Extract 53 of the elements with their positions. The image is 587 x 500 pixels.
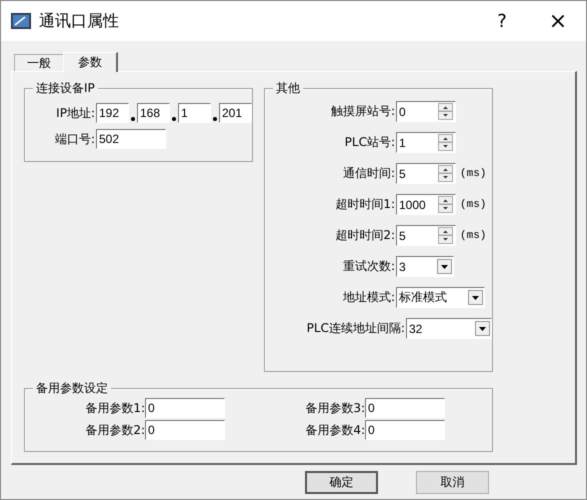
spin-box[interactable]: 5 [396, 163, 456, 184]
close-button[interactable]: × [530, 1, 586, 41]
field-label: 超时时间1: [334, 196, 395, 213]
spin-arrows-icon[interactable] [438, 103, 453, 120]
field-label: 端口号: [54, 130, 95, 148]
help-button[interactable]: ? [474, 1, 530, 41]
spin-arrows-icon[interactable] [438, 134, 453, 151]
dot-icon [172, 117, 176, 121]
field-label: 地址模式: [342, 289, 395, 306]
input-field[interactable]: 1 [178, 103, 211, 123]
input-field[interactable]: 0 [365, 398, 445, 418]
input-field[interactable]: 201 [219, 103, 252, 123]
input-field[interactable]: 192 [96, 103, 129, 123]
field-label: 备用参数4: [304, 422, 365, 438]
dropdown[interactable]: 3 [396, 256, 454, 277]
field-label: 备用参数3: [304, 400, 365, 416]
input-field[interactable]: 0 [145, 398, 225, 418]
tab[interactable]: 参数 [63, 52, 118, 72]
field-label: 重试次数: [342, 258, 395, 275]
field-label: PLC站号: [344, 134, 395, 151]
window-title: 通讯口属性 [39, 10, 119, 32]
spin-box[interactable]: 1 [396, 132, 456, 153]
spin-arrows-icon[interactable] [438, 196, 453, 213]
tab[interactable]: 一般 [14, 54, 64, 71]
ok-button[interactable]: 确定 [305, 471, 378, 494]
unit-label: (ms) [460, 168, 486, 180]
input-field[interactable]: 502 [96, 129, 166, 149]
unit-label: (ms) [460, 230, 486, 242]
input-field[interactable]: 0 [145, 420, 225, 440]
field-label: 超时时间2: [334, 227, 395, 244]
spin-box[interactable]: 1000 [396, 194, 456, 215]
dropdown[interactable]: 32 [406, 318, 492, 339]
field-label: 通信时间: [342, 165, 395, 182]
spin-arrows-icon[interactable] [438, 165, 453, 182]
field-label: 备用参数2: [84, 422, 145, 438]
dropdown[interactable]: 标准模式 [396, 287, 485, 308]
spin-box[interactable]: 5 [396, 225, 456, 246]
field-label: PLC连续地址间隔: [306, 320, 405, 337]
app-icon [11, 13, 31, 29]
field-label: 触摸屏站号: [330, 103, 395, 120]
dot-icon [213, 117, 217, 121]
unit-label: (ms) [460, 198, 486, 210]
input-field[interactable]: 168 [137, 103, 170, 123]
input-field[interactable]: 0 [365, 420, 445, 440]
spin-arrows-icon[interactable] [438, 227, 453, 244]
group-title: 其他 [273, 80, 303, 97]
dot-icon [131, 117, 135, 121]
field-label: 备用参数1: [84, 400, 145, 416]
cancel-button[interactable]: 取消 [416, 471, 489, 494]
spin-box[interactable]: 0 [396, 101, 456, 122]
field-label: IP地址: [55, 104, 95, 122]
group-title: 连接设备IP [33, 80, 98, 97]
group-title: 备用参数设定 [33, 380, 111, 397]
